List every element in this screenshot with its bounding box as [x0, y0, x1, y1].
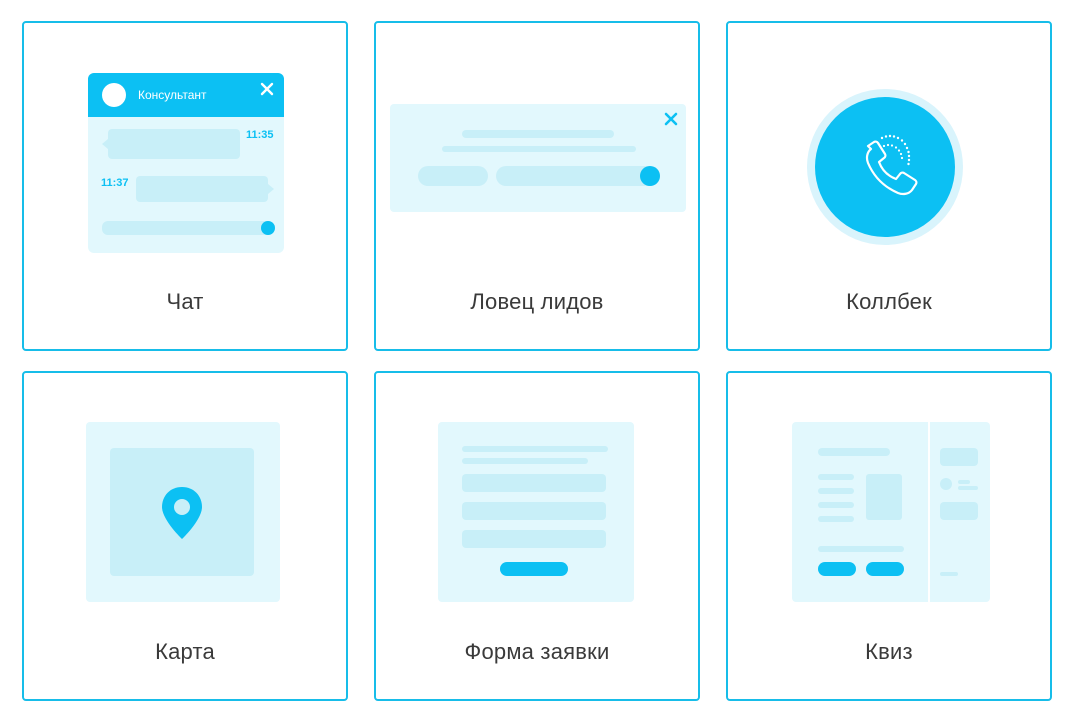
- avatar-icon: [102, 83, 126, 107]
- map-pin-icon: [162, 487, 202, 539]
- phone-icon: [807, 89, 963, 245]
- send-dot: [261, 221, 275, 235]
- widget-label: Ловец лидов: [470, 289, 604, 314]
- widget-card-map[interactable]: Карта: [22, 371, 348, 701]
- widget-card-form[interactable]: Форма заявки: [374, 371, 700, 701]
- chat-time-2: 11:37: [101, 177, 129, 189]
- chat-header-title: Консультант: [138, 88, 207, 102]
- widget-label: Форма заявки: [464, 639, 610, 664]
- map-illustration: [86, 422, 280, 602]
- chat-illustration: Консультант 11:35 11:37: [88, 73, 284, 253]
- quiz-illustration: [792, 422, 990, 602]
- widget-card-callback[interactable]: Коллбек: [726, 21, 1052, 351]
- chat-message-bubble: [136, 176, 268, 202]
- close-icon: [260, 82, 274, 96]
- widget-label: Карта: [155, 639, 215, 664]
- chat-message-bubble: [108, 129, 240, 159]
- widget-card-quiz[interactable]: Квиз: [726, 371, 1052, 701]
- chat-input: [102, 221, 274, 235]
- widget-label: Коллбек: [846, 289, 932, 314]
- widget-card-chat[interactable]: Консультант 11:35 11:37 Чат: [22, 21, 348, 351]
- close-icon: [664, 112, 678, 126]
- lead-catcher-illustration: [390, 104, 686, 212]
- form-illustration: [438, 422, 634, 602]
- chat-time-1: 11:35: [246, 129, 274, 141]
- widget-label: Квиз: [865, 639, 913, 664]
- widget-label: Чат: [166, 289, 204, 314]
- widget-card-lead-catcher[interactable]: Ловец лидов: [374, 21, 700, 351]
